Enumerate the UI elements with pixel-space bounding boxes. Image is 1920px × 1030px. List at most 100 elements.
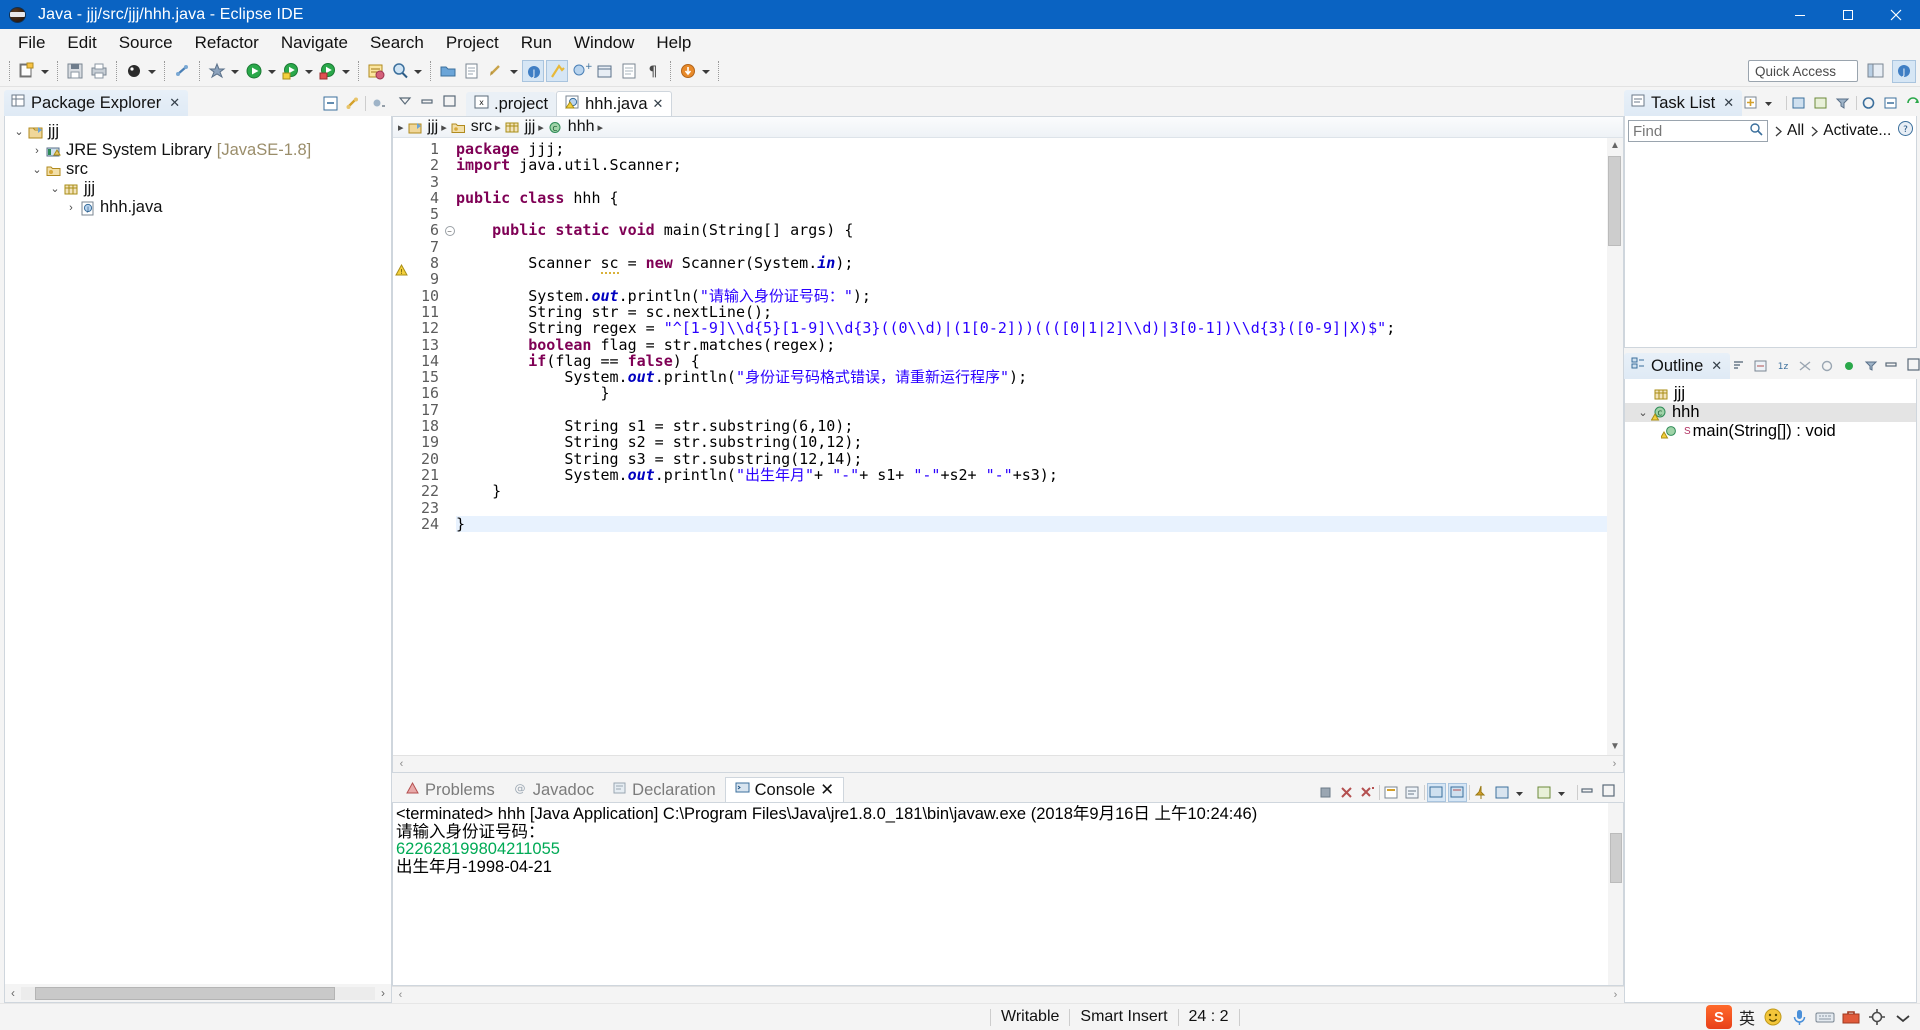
focus-icon[interactable] bbox=[1860, 94, 1879, 113]
editor-hscrollbar[interactable]: ‹ › bbox=[393, 755, 1623, 772]
menu-window[interactable]: Window bbox=[563, 30, 645, 56]
new-console-icon[interactable] bbox=[1535, 783, 1554, 802]
save-icon[interactable] bbox=[64, 60, 86, 82]
tab-task-list[interactable]: Task List ✕ bbox=[1624, 90, 1743, 116]
code-line[interactable]: String str = sc.nextLine(); bbox=[456, 304, 1623, 320]
tree-item-package[interactable]: ⌄ jjj bbox=[5, 179, 391, 198]
open-resource-icon[interactable] bbox=[461, 60, 483, 82]
menu-run[interactable]: Run bbox=[510, 30, 563, 56]
chevron-down-icon[interactable]: ⌄ bbox=[29, 163, 45, 176]
open-console-icon[interactable] bbox=[1493, 783, 1512, 802]
sogou-logo-icon[interactable]: S bbox=[1706, 1005, 1732, 1029]
scroll-right-icon[interactable]: › bbox=[1606, 758, 1623, 770]
more-icon[interactable] bbox=[1892, 1006, 1914, 1028]
sort-icon[interactable] bbox=[1730, 357, 1749, 376]
build-icon[interactable] bbox=[206, 60, 228, 82]
collapse-all-icon[interactable] bbox=[1882, 94, 1901, 113]
print-icon[interactable] bbox=[88, 60, 110, 82]
scroll-lock-icon[interactable] bbox=[1403, 783, 1422, 802]
tab-package-explorer[interactable]: Package Explorer ✕ bbox=[4, 90, 189, 116]
coverage-icon[interactable] bbox=[317, 60, 339, 82]
code-line[interactable] bbox=[456, 500, 1623, 516]
code-line[interactable]: boolean flag = str.matches(regex); bbox=[456, 336, 1623, 353]
code-line[interactable]: String s1 = str.substring(6,10); bbox=[456, 418, 1623, 434]
search-icon[interactable] bbox=[389, 60, 411, 82]
next-annotation-icon[interactable] bbox=[485, 60, 507, 82]
scroll-right-icon[interactable]: › bbox=[375, 986, 391, 1000]
open-perspective-button[interactable] bbox=[1865, 60, 1889, 83]
hscroll-track[interactable] bbox=[21, 986, 375, 1000]
tree-item-jre-library[interactable]: › JRE System Library [JavaSE-1.8] bbox=[5, 141, 391, 160]
run-icon[interactable] bbox=[243, 60, 265, 82]
remove-all-terminated-icon[interactable] bbox=[1358, 783, 1377, 802]
filter-icon[interactable] bbox=[1834, 94, 1853, 113]
maximize-icon[interactable] bbox=[1906, 357, 1920, 376]
new-wizard-dropdown-icon[interactable] bbox=[39, 60, 50, 82]
vscroll-thumb[interactable] bbox=[1608, 156, 1621, 246]
chevron-down-icon[interactable]: ⌄ bbox=[47, 182, 63, 195]
scroll-down-icon[interactable]: ▼ bbox=[1607, 739, 1623, 755]
minimize-button[interactable] bbox=[1776, 0, 1824, 29]
microphone-icon[interactable] bbox=[1788, 1006, 1810, 1028]
download-icon[interactable] bbox=[677, 60, 699, 82]
search-dropdown-icon[interactable] bbox=[412, 60, 423, 82]
annotation-dropdown-icon[interactable] bbox=[508, 60, 519, 82]
outline-item-package[interactable]: jjj bbox=[1625, 384, 1916, 403]
find-input[interactable]: Find bbox=[1628, 120, 1768, 142]
activate-button[interactable]: Activate... bbox=[1810, 122, 1891, 140]
tree-item-src[interactable]: ⌄ src bbox=[5, 160, 391, 179]
new-task-icon[interactable] bbox=[1742, 94, 1761, 113]
console-vscrollbar[interactable] bbox=[1608, 803, 1623, 985]
code-line[interactable]: } bbox=[456, 483, 1623, 499]
menu-navigate[interactable]: Navigate bbox=[270, 30, 359, 56]
hscroll-thumb[interactable] bbox=[35, 986, 335, 1000]
new-java-class-icon[interactable]: + bbox=[570, 60, 593, 82]
search-icon[interactable] bbox=[1749, 122, 1763, 140]
close-icon[interactable]: ✕ bbox=[1711, 358, 1722, 374]
code-line[interactable]: System.out.println("请输入身份证号码："); bbox=[456, 288, 1623, 304]
minimize-icon[interactable] bbox=[420, 92, 434, 112]
synchronize-icon[interactable] bbox=[1904, 94, 1920, 113]
scroll-right-icon[interactable]: › bbox=[1607, 989, 1624, 1001]
code-line[interactable]: System.out.println("出生年月"+ "-"+ s1+ "-"+… bbox=[456, 467, 1623, 483]
new-wizard-icon[interactable] bbox=[16, 60, 38, 82]
clear-console-icon[interactable] bbox=[1382, 783, 1401, 802]
code-line[interactable] bbox=[456, 174, 1623, 190]
debug-icon[interactable] bbox=[123, 60, 145, 82]
categorize-icon[interactable] bbox=[1790, 94, 1809, 113]
new-task-dropdown-icon[interactable] bbox=[1764, 94, 1783, 113]
chevron-right-icon[interactable]: › bbox=[29, 145, 45, 157]
menu-project[interactable]: Project bbox=[435, 30, 510, 56]
tab-outline[interactable]: Outline ✕ bbox=[1624, 353, 1731, 379]
toolbox-icon[interactable] bbox=[1840, 1006, 1862, 1028]
code-line[interactable]: public static void main(String[] args) { bbox=[456, 222, 1623, 238]
code-line[interactable] bbox=[456, 402, 1623, 418]
link-with-editor-icon[interactable] bbox=[343, 94, 362, 113]
chinese-mode-icon[interactable]: 英 bbox=[1736, 1006, 1758, 1028]
close-icon[interactable]: ✕ bbox=[169, 95, 180, 111]
view-menu-icon[interactable] bbox=[1556, 783, 1575, 802]
menu-file[interactable]: File bbox=[7, 30, 56, 56]
java-perspective-button[interactable]: J bbox=[1892, 60, 1916, 83]
link-icon[interactable] bbox=[171, 60, 193, 82]
code-line[interactable]: String regex = "^[1-9]\\d{5}[1-9]\\d{3}(… bbox=[456, 320, 1623, 336]
vscroll-thumb[interactable] bbox=[1610, 833, 1622, 883]
chevron-right-icon[interactable]: › bbox=[63, 202, 79, 214]
code-line[interactable]: String s3 = str.substring(12,14); bbox=[456, 450, 1623, 467]
breadcrumb-item-package[interactable]: jjj bbox=[504, 118, 535, 136]
code-line[interactable]: import java.util.Scanner; bbox=[456, 157, 1623, 173]
editor-tab-project[interactable]: x .project bbox=[466, 92, 557, 116]
external-tools-icon[interactable] bbox=[365, 60, 387, 82]
code-line[interactable] bbox=[456, 206, 1623, 222]
package-explorer-hscrollbar[interactable]: ‹ › bbox=[5, 984, 391, 1002]
menu-help[interactable]: Help bbox=[645, 30, 702, 56]
hide-fields-icon[interactable] bbox=[1752, 357, 1771, 376]
outline-item-class[interactable]: ⌄ C hhh bbox=[1625, 403, 1916, 422]
close-button[interactable] bbox=[1872, 0, 1920, 29]
java-perspective-icon[interactable]: J bbox=[522, 60, 544, 82]
tab-javadoc[interactable]: @ Javadoc bbox=[504, 778, 603, 802]
help-icon[interactable]: ? bbox=[1897, 120, 1916, 142]
editor-view-menu-icon[interactable] bbox=[398, 92, 412, 112]
breadcrumb-item-src[interactable]: src bbox=[450, 118, 492, 136]
scroll-left-icon[interactable]: ‹ bbox=[392, 989, 409, 1001]
